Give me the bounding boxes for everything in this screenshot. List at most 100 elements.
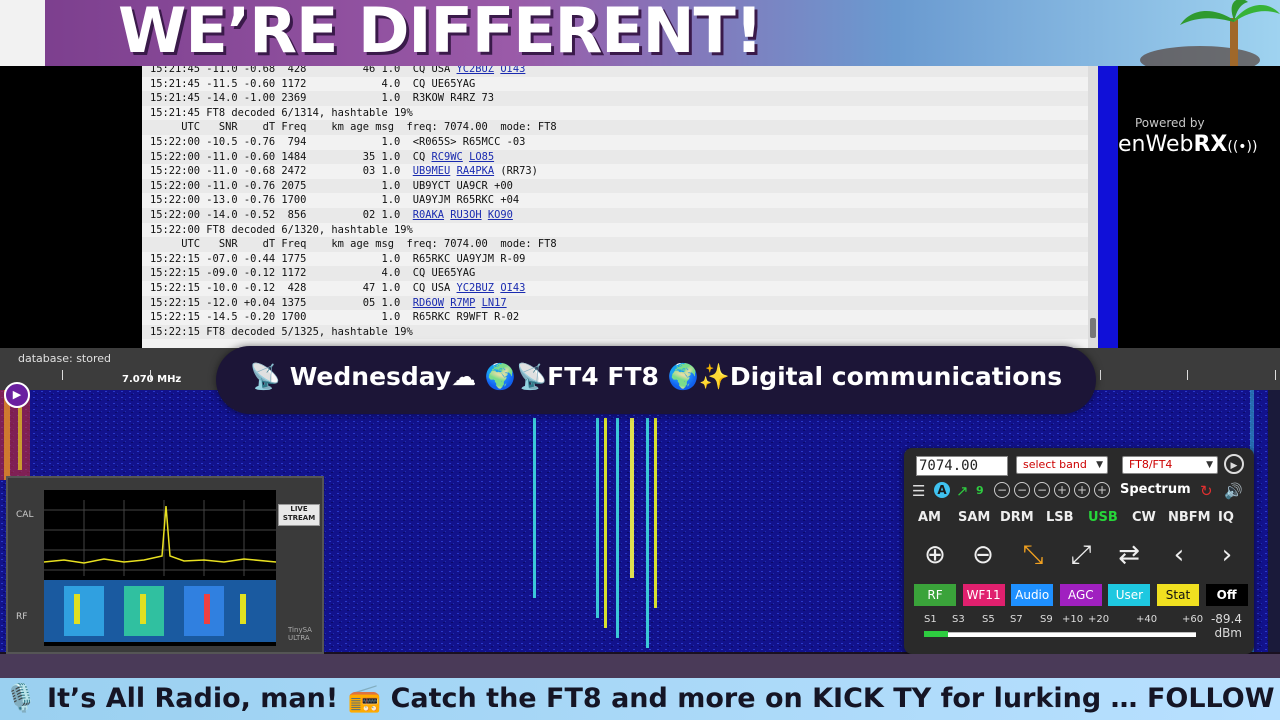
rf-button[interactable]: RF bbox=[914, 584, 956, 606]
chevron-down-icon: ▼ bbox=[1096, 460, 1103, 470]
play-icon[interactable]: ▶ bbox=[4, 382, 30, 408]
log-scroll-thumb[interactable] bbox=[1090, 318, 1096, 338]
user-button[interactable]: User bbox=[1108, 584, 1151, 606]
audio-button[interactable]: Audio bbox=[1011, 584, 1054, 606]
start-icon[interactable]: ▶ bbox=[1224, 454, 1244, 474]
callsign-link[interactable]: R0AKA bbox=[413, 209, 444, 221]
log-line-text: UTC SNR dT Freq km age msg freq: 7074.00… bbox=[150, 238, 557, 251]
squelch-auto-button[interactable]: A bbox=[934, 482, 950, 498]
s-meter-label: S5 bbox=[982, 614, 995, 625]
mode-usb-button[interactable]: USB bbox=[1088, 510, 1118, 525]
chevron-right-icon[interactable]: › bbox=[1210, 538, 1244, 572]
callsign-link[interactable]: RC9WC bbox=[432, 151, 463, 163]
banner-left-panel bbox=[0, 0, 45, 66]
reset-icon[interactable]: ↻ bbox=[1200, 482, 1213, 500]
log-line-text: 15:22:00 -13.0 -0.76 1700 1.0 UA9YJM R65… bbox=[150, 194, 520, 207]
zoom-in-icon[interactable]: ⊕ bbox=[918, 538, 952, 572]
volume-icon[interactable]: 🔊 bbox=[1224, 482, 1243, 500]
off-button[interactable]: Off bbox=[1205, 584, 1248, 606]
log-line: 15:21:45 -11.5 -0.60 1172 4.0 CQ UE65YAG bbox=[142, 77, 1090, 92]
log-line-text: 15:22:00 FT8 decoded 6/1320, hashtable 1… bbox=[150, 223, 413, 236]
signal-value: -89.4 bbox=[1210, 612, 1242, 626]
ft8-decode-log[interactable]: 15:21:45 -11.0 -0.68 428 46 1.0 CQ USA Y… bbox=[142, 66, 1090, 348]
callsign-link[interactable]: RU3OH bbox=[450, 209, 481, 221]
tinysa-screen bbox=[44, 490, 276, 646]
log-scrollbar[interactable] bbox=[1088, 66, 1098, 348]
scale-tick bbox=[1275, 370, 1276, 380]
signal-unit: dBm bbox=[1214, 626, 1242, 640]
zoom-in-icon[interactable]: + bbox=[1074, 482, 1090, 498]
callsign-link[interactable]: RA4PKA bbox=[457, 165, 495, 177]
scale-tick bbox=[1100, 370, 1101, 380]
log-line-text: 15:22:00 -14.0 -0.52 856 02 1.0 bbox=[150, 208, 413, 221]
mode-drm-button[interactable]: DRM bbox=[1000, 510, 1034, 525]
mode-cw-button[interactable]: CW bbox=[1132, 510, 1156, 525]
log-line: 15:22:00 FT8 decoded 6/1320, hashtable 1… bbox=[142, 223, 1090, 238]
wf11-button[interactable]: WF11 bbox=[962, 584, 1005, 606]
log-line-text: 15:22:00 -11.0 -0.68 2472 03 1.0 bbox=[150, 165, 413, 178]
palm-tree-icon bbox=[1140, 0, 1280, 66]
step-down-icon[interactable]: − bbox=[1034, 482, 1050, 498]
callsign-link[interactable]: KO90 bbox=[488, 209, 513, 221]
mode-nbfm-button[interactable]: NBFM bbox=[1168, 510, 1211, 525]
expand-icon[interactable]: ⤢ bbox=[1064, 538, 1098, 572]
scale-frequency-label: 7.070 MHz bbox=[122, 374, 182, 385]
zoom-in-max-icon[interactable]: + bbox=[1094, 482, 1110, 498]
banner-title: WE’RE DIFFERENT! bbox=[118, 0, 763, 66]
s-meter-label: +60 bbox=[1182, 614, 1204, 625]
zoom-out-max-icon[interactable]: − bbox=[994, 482, 1010, 498]
brand-bold: RX bbox=[1193, 132, 1228, 157]
signal-reading: -89.4 dBm bbox=[1211, 612, 1242, 640]
frequency-input[interactable]: 7074.00 bbox=[916, 456, 1008, 476]
band-select[interactable]: select band ▼ bbox=[1016, 456, 1108, 474]
log-line-text: 15:22:15 -09.0 -0.12 1172 4.0 CQ UE65YAG bbox=[150, 267, 476, 280]
log-line-text: 15:21:45 -11.5 -0.60 1172 4.0 CQ UE65YAG bbox=[150, 77, 476, 90]
stat-button[interactable]: Stat bbox=[1157, 584, 1199, 606]
callsign-link[interactable]: LO85 bbox=[469, 151, 494, 163]
mode-am-button[interactable]: AM bbox=[918, 510, 941, 525]
mode-preset-select[interactable]: FT8/FT4 ▼ bbox=[1122, 456, 1218, 474]
brand-prefix: enWeb bbox=[1118, 132, 1194, 157]
log-line-text: 15:22:15 -12.0 +0.04 1375 05 1.0 bbox=[150, 296, 413, 309]
powered-by-label: Powered by bbox=[1135, 116, 1205, 130]
callsign-link[interactable]: YC2BUZ bbox=[457, 66, 495, 75]
demodulator-modes: AM SAM DRM LSB USB CW NBFM IQ bbox=[912, 510, 1248, 530]
cal-label: CAL bbox=[16, 510, 34, 520]
band-select-value: select band bbox=[1023, 458, 1087, 471]
agc-button[interactable]: AGC bbox=[1059, 584, 1102, 606]
log-line: 15:22:15 -07.0 -0.44 1775 1.0 R65RKC UA9… bbox=[142, 252, 1090, 267]
log-line: 15:22:15 -14.5 -0.20 1700 1.0 R65RKC R9W… bbox=[142, 310, 1090, 325]
callsign-link[interactable]: R7MP bbox=[450, 297, 475, 309]
log-line: 15:22:00 -11.0 -0.60 1484 35 1.0 CQ RC9W… bbox=[142, 149, 1090, 165]
live-stream-badge: LIVE STREAM bbox=[278, 504, 320, 526]
callsign-link[interactable]: YC2BUZ bbox=[457, 282, 495, 294]
spectrum-button[interactable]: Spectrum bbox=[1120, 482, 1191, 497]
mode-lsb-button[interactable]: LSB bbox=[1046, 510, 1074, 525]
log-line: 15:22:15 -09.0 -0.12 1172 4.0 CQ UE65YAG bbox=[142, 266, 1090, 281]
step-up-icon[interactable]: + bbox=[1054, 482, 1070, 498]
callsign-link[interactable]: OI43 bbox=[500, 66, 525, 75]
chart-up-icon[interactable]: ↗ bbox=[956, 482, 969, 500]
mode-sam-button[interactable]: SAM bbox=[958, 510, 990, 525]
menu-icon[interactable]: ☰ bbox=[912, 482, 925, 500]
zoom-out-icon[interactable]: − bbox=[1014, 482, 1030, 498]
collapse-icon[interactable]: ⤡ bbox=[1016, 538, 1050, 572]
log-line-text: 15:21:45 -11.0 -0.68 428 46 1.0 CQ USA bbox=[150, 66, 457, 75]
chevron-left-icon[interactable]: ‹ bbox=[1162, 538, 1196, 572]
log-line: 15:22:00 -10.5 -0.76 794 1.0 <R065S> R65… bbox=[142, 135, 1090, 150]
zoom-out-icon[interactable]: ⊖ bbox=[966, 538, 1000, 572]
waterfall-scrollbar[interactable] bbox=[1268, 390, 1280, 652]
openwebrx-logo: enWebRX((•)) bbox=[1118, 132, 1257, 157]
callsign-link[interactable]: LN17 bbox=[482, 297, 507, 309]
callsign-link[interactable]: RD6OW bbox=[413, 297, 444, 309]
callsign-link[interactable]: OI43 bbox=[500, 282, 525, 294]
swap-icon[interactable]: ⇄ bbox=[1112, 538, 1146, 572]
callsign-link[interactable]: UB9MEU bbox=[413, 165, 451, 177]
scale-tick bbox=[1187, 370, 1188, 380]
console-area: 15:21:45 -11.0 -0.68 428 46 1.0 CQ USA Y… bbox=[0, 66, 1118, 348]
log-line: 15:22:00 -13.0 -0.76 1700 1.0 UA9YJM R65… bbox=[142, 193, 1090, 208]
log-line: 15:22:15 FT8 decoded 5/1325, hashtable 1… bbox=[142, 324, 1090, 340]
s-meter-fill bbox=[924, 631, 949, 637]
mode-iq-button[interactable]: IQ bbox=[1218, 510, 1234, 525]
stream-banner: WE’RE DIFFERENT! bbox=[0, 0, 1280, 66]
